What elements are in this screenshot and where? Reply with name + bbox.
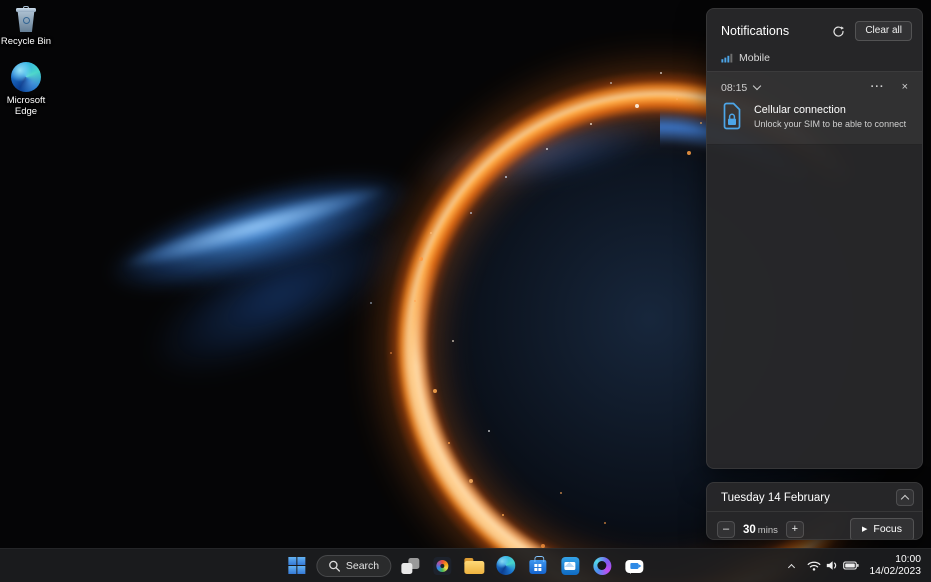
focus-duration-unit: mins (758, 525, 778, 536)
wifi-icon (807, 560, 821, 571)
toast-close-button[interactable]: × (900, 80, 910, 95)
chevron-up-icon (788, 563, 795, 570)
battery-icon (843, 561, 859, 570)
toast-time: 08:15 (721, 82, 747, 94)
task-view-button[interactable] (397, 553, 423, 579)
mail-envelope-icon (561, 557, 579, 575)
quick-settings-button[interactable] (804, 556, 862, 575)
sim-lock-icon (721, 102, 743, 130)
desktop-icon-microsoft-edge[interactable]: Microsoft Edge (0, 62, 54, 117)
edge-icon (11, 62, 41, 92)
taskbar-app-chat[interactable] (621, 553, 647, 579)
notification-settings-icon[interactable] (829, 22, 847, 40)
wallpaper-particles (0, 0, 2, 2)
start-button[interactable] (284, 553, 310, 579)
focus-increase-button[interactable]: + (786, 521, 804, 538)
store-bag-icon (530, 560, 547, 574)
search-label: Search (346, 560, 379, 572)
notification-group-label: Mobile (739, 52, 770, 64)
folder-icon (464, 558, 484, 574)
cellular-signal-icon (721, 53, 733, 63)
clear-all-button[interactable]: Clear all (855, 21, 912, 41)
calendar-flyout: Tuesday 14 February – 30mins + ▶ Focus (706, 482, 923, 540)
color-ring-icon (593, 557, 611, 575)
notification-center: Notifications Clear all Mobile (706, 8, 923, 469)
desktop-icon-label: Recycle Bin (1, 36, 51, 47)
task-view-icon (401, 558, 419, 574)
photos-icon (433, 557, 451, 575)
focus-decrease-button[interactable]: – (717, 521, 735, 538)
edge-icon (497, 556, 516, 575)
taskbar-app-photos[interactable] (429, 553, 455, 579)
clock-date: 14/02/2023 (869, 566, 921, 578)
notification-group-header: Mobile (707, 50, 922, 71)
focus-start-button[interactable]: ▶ Focus (850, 518, 914, 540)
taskbar-app-clipchamp[interactable] (589, 553, 615, 579)
refresh-icon (832, 25, 845, 38)
recycle-bin-icon (14, 6, 38, 33)
focus-duration: 30mins (743, 524, 778, 536)
focus-duration-value: 30 (743, 524, 756, 536)
taskbar: Search (0, 548, 931, 582)
windows-logo-icon (288, 557, 305, 574)
toast-body-text: Unlock your SIM to be able to connect (754, 119, 906, 129)
notifications-title: Notifications (721, 24, 789, 38)
taskbar-app-file-explorer[interactable] (461, 553, 487, 579)
chevron-down-icon[interactable] (753, 82, 761, 90)
toast-title: Cellular connection (754, 104, 906, 116)
taskbar-app-microsoft-store[interactable] (525, 553, 551, 579)
calendar-collapse-button[interactable] (896, 489, 914, 506)
desktop-icon-label: Microsoft Edge (0, 95, 54, 117)
notification-toast[interactable]: 08:15 ··· × Cellular connection Unlock y… (707, 71, 922, 145)
notification-header: Notifications Clear all (707, 9, 922, 50)
chat-bubble-icon (625, 560, 643, 573)
show-hidden-icons-button[interactable] (786, 558, 797, 574)
taskbar-search[interactable]: Search (316, 555, 391, 577)
desktop-icon-recycle-bin[interactable]: Recycle Bin (0, 6, 54, 47)
search-icon (328, 560, 340, 572)
screen: Recycle Bin Microsoft Edge Notifications… (0, 0, 931, 582)
play-icon: ▶ (862, 525, 867, 533)
speaker-icon (826, 560, 838, 571)
clock-time: 10:00 (869, 554, 921, 566)
toast-more-button[interactable]: ··· (869, 80, 887, 95)
chevron-up-icon (901, 495, 909, 503)
taskbar-app-outlook[interactable] (557, 553, 583, 579)
taskbar-app-microsoft-edge[interactable] (493, 553, 519, 579)
taskbar-clock[interactable]: 10:00 14/02/2023 (869, 554, 923, 577)
focus-button-label: Focus (873, 523, 902, 535)
calendar-date-label[interactable]: Tuesday 14 February (721, 492, 830, 504)
